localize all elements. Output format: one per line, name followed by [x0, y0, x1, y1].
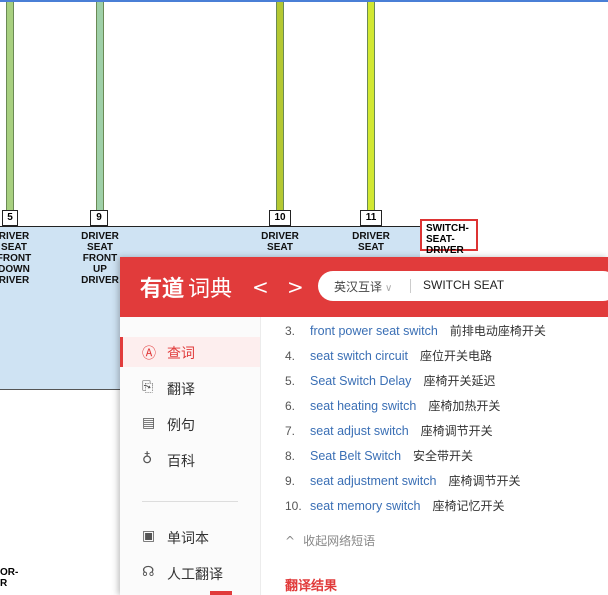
- back-arrow-icon[interactable]: <: [252, 275, 269, 299]
- sidebar-item-examples[interactable]: ▤ 例句: [120, 409, 260, 439]
- phrase-link[interactable]: Seat Belt Switch: [310, 449, 401, 463]
- sidebar-item-label: 人工翻译: [167, 567, 223, 583]
- header-bar: 有道 词典 < > 英汉互译 ∨ SWITCH SEAT: [120, 257, 608, 317]
- forward-arrow-icon[interactable]: >: [287, 275, 304, 299]
- lookup-icon: Ⓐ: [142, 346, 156, 362]
- collapse-label: 收起网络短语: [303, 534, 376, 548]
- label-pin-11: DRIVER SEAT: [352, 231, 390, 253]
- phrase-link[interactable]: Seat Switch Delay: [310, 374, 411, 388]
- language-selector[interactable]: 英汉互译 ∨: [334, 278, 392, 295]
- chevron-down-icon: ∨: [385, 283, 393, 294]
- phrase-number: 8.: [285, 449, 296, 463]
- active-indicator: [120, 337, 123, 367]
- sidebar-item-label: 单词本: [167, 531, 209, 547]
- youdao-logo: 有道 词典: [140, 271, 232, 303]
- sidebar-item-label: 百科: [167, 454, 195, 470]
- language-label: 英汉互译: [334, 280, 383, 294]
- phrase-row: 5. Seat Switch Delay 座椅开关延迟: [285, 372, 495, 394]
- search-input[interactable]: SWITCH SEAT: [423, 278, 504, 292]
- translation-result-heading: 翻译结果: [285, 579, 338, 594]
- sidebar-item-encyclopedia[interactable]: ♁ 百科: [120, 445, 260, 475]
- sidebar-item-lookup[interactable]: Ⓐ 查词: [120, 337, 260, 367]
- phrase-translation: 座位开关电路: [419, 349, 492, 363]
- collapse-phrases-button[interactable]: ^ 收起网络短语: [285, 532, 375, 549]
- search-separator: [410, 279, 411, 293]
- sidebar-item-label: 查词: [167, 346, 195, 362]
- sidebar-item-translate[interactable]: ⎘ 翻译: [120, 373, 260, 403]
- phrase-translation: 安全带开关: [413, 449, 474, 463]
- phrase-translation: 座椅开关延迟: [423, 374, 496, 388]
- phrase-link[interactable]: seat heating switch: [310, 399, 416, 413]
- sidebar-item-wordbook[interactable]: ▣ 单词本: [120, 522, 260, 552]
- pin-9: 9: [90, 210, 108, 226]
- phrase-link[interactable]: seat switch circuit: [310, 349, 408, 363]
- phrase-translation: 座椅调节开关: [420, 424, 493, 438]
- label-pin-5: RIVER SEAT FRONT DOWN RIVER: [0, 231, 32, 286]
- wire-pin-5: [6, 2, 14, 210]
- phrase-row: 8. Seat Belt Switch 安全带开关: [285, 447, 473, 469]
- phrase-row: 7. seat adjust switch 座椅调节开关: [285, 422, 493, 444]
- phrase-number: 10.: [285, 499, 302, 513]
- phrase-number: 3.: [285, 324, 296, 338]
- phrase-number: 6.: [285, 399, 296, 413]
- phrase-link[interactable]: seat adjustment switch: [310, 474, 436, 488]
- bulb-icon: ♁: [142, 451, 153, 467]
- search-box[interactable]: 英汉互译 ∨ SWITCH SEAT: [318, 271, 608, 301]
- phrase-number: 9.: [285, 474, 296, 488]
- results-panel: 3. front power seat switch 前排电动座椅开关 4. seat…: [261, 317, 608, 595]
- phrase-link[interactable]: seat memory switch: [310, 499, 420, 513]
- phrase-translation: 座椅加热开关: [428, 399, 501, 413]
- wire-pin-10: [276, 2, 284, 210]
- logo-text: 有道: [140, 277, 185, 302]
- sidebar-item-human-translation[interactable]: ☊ 人工翻译: [120, 558, 260, 588]
- phrase-row: 10. seat memory switch 座椅记忆开关: [285, 497, 504, 519]
- wire-pin-9: [96, 2, 104, 210]
- youdao-dictionary-window: 有道 词典 < > 英汉互译 ∨ SWITCH SEAT Ⓐ 查词 ⎘ 翻译 ▤ 例…: [120, 257, 608, 595]
- phrase-link[interactable]: seat adjust switch: [310, 424, 409, 438]
- phrase-translation: 座椅记忆开关: [432, 499, 505, 513]
- phrase-link[interactable]: front power seat switch: [310, 324, 438, 338]
- pin-5: 5: [2, 210, 18, 226]
- red-accent-mark: [210, 591, 232, 595]
- logo-sub: 词典: [188, 277, 233, 302]
- sidebar-item-label: 例句: [167, 418, 195, 434]
- sidebar-divider: [142, 501, 238, 502]
- phrase-row: 4. seat switch circuit 座位开关电路: [285, 347, 492, 369]
- phrase-number: 5.: [285, 374, 296, 388]
- phrase-number: 7.: [285, 424, 296, 438]
- top-border-line: [0, 0, 608, 2]
- switch-seat-driver-highlight: SWITCH- SEAT- DRIVER: [420, 219, 478, 256]
- sidebar: Ⓐ 查词 ⎘ 翻译 ▤ 例句 ♁ 百科 ▣ 单词本 ☊ 人工翻译: [120, 317, 261, 595]
- bottom-left-label: OR- R: [0, 567, 19, 589]
- phrase-row: 3. front power seat switch 前排电动座椅开关: [285, 322, 546, 344]
- phrase-translation: 座椅调节开关: [448, 474, 521, 488]
- pin-11: 11: [360, 210, 382, 226]
- sidebar-item-label: 翻译: [167, 382, 195, 398]
- pin-10: 10: [269, 210, 291, 226]
- phrase-row: 6. seat heating switch 座椅加热开关: [285, 397, 500, 419]
- examples-icon: ▤: [142, 415, 156, 431]
- phrase-translation: 前排电动座椅开关: [449, 324, 546, 338]
- label-pin-9: DRIVER SEAT FRONT UP DRIVER: [81, 231, 119, 286]
- wire-pin-11: [367, 2, 375, 210]
- chevron-up-icon: ^: [285, 534, 296, 548]
- phrase-row: 9. seat adjustment switch 座椅调节开关: [285, 472, 520, 494]
- translate-icon: ⎘: [142, 379, 154, 395]
- label-pin-10: DRIVER SEAT: [261, 231, 299, 253]
- headset-icon: ☊: [142, 564, 155, 580]
- phrase-number: 4.: [285, 349, 296, 363]
- wordbook-icon: ▣: [142, 528, 156, 544]
